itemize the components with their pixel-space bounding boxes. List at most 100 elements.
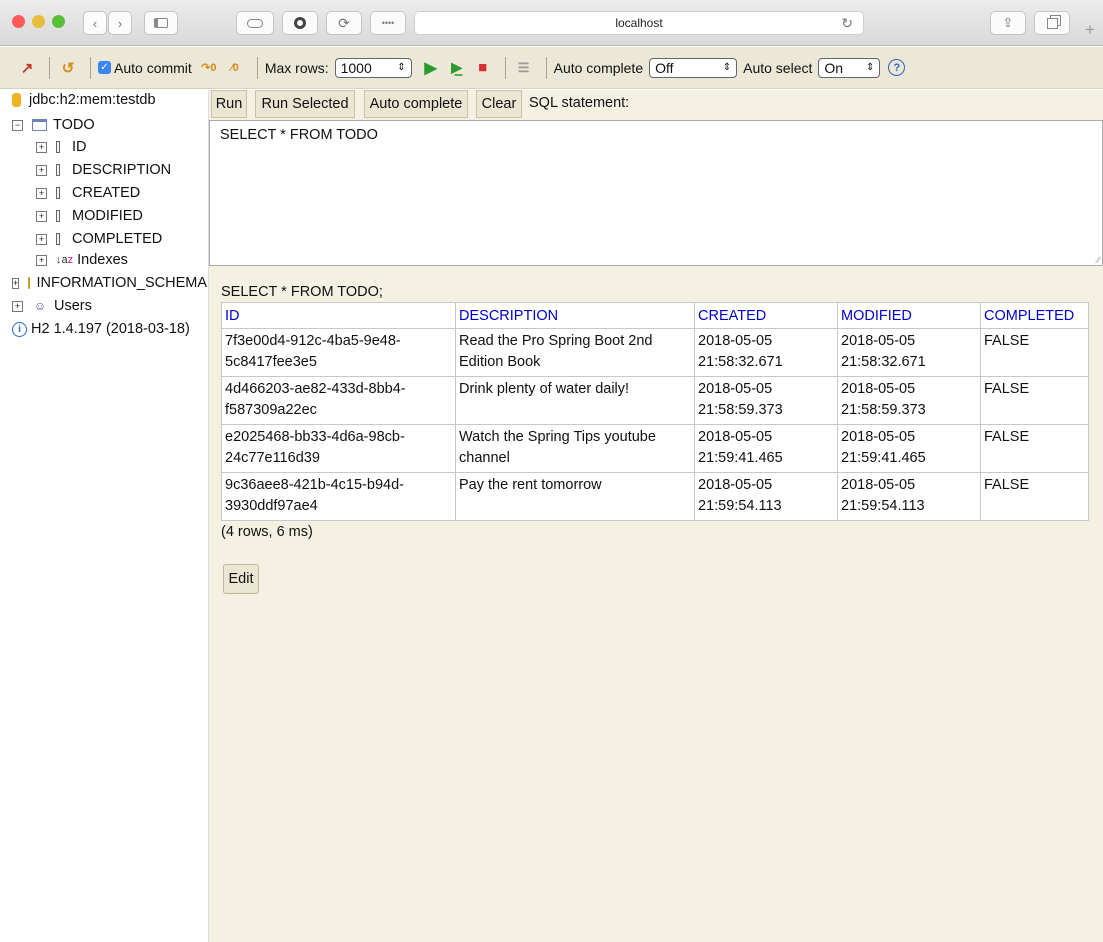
cell-line: 21:59:54.113 bbox=[698, 498, 782, 514]
sidebar-icon bbox=[154, 18, 168, 28]
column-header[interactable]: ID bbox=[221, 302, 456, 329]
tree-column[interactable]: + DESCRIPTION bbox=[36, 162, 171, 178]
expand-icon[interactable]: + bbox=[12, 300, 23, 312]
expand-icon[interactable]: + bbox=[12, 277, 20, 289]
tree-column[interactable]: + ID bbox=[36, 139, 87, 155]
table-icon bbox=[32, 119, 47, 131]
toolbar-divider bbox=[256, 56, 258, 79]
column-header[interactable]: MODIFIED bbox=[837, 302, 981, 329]
toolbar-divider bbox=[49, 56, 50, 79]
column-icon bbox=[56, 187, 60, 199]
cell-completed: FALSE bbox=[980, 376, 1089, 425]
sidebar-toggle-button[interactable] bbox=[144, 11, 178, 35]
auto-complete-select[interactable]: Off ⇕ bbox=[649, 57, 738, 78]
tree-column[interactable]: + CREATED bbox=[36, 185, 140, 201]
column-header[interactable]: CREATED bbox=[694, 302, 838, 329]
result-statement: SELECT * FROM TODO; bbox=[221, 284, 383, 300]
tree-information-schema[interactable]: + INFORMATION_SCHEMA bbox=[12, 275, 207, 291]
auto-complete-label: Auto complete bbox=[553, 59, 644, 76]
column-header[interactable]: DESCRIPTION bbox=[455, 302, 695, 329]
address-bar[interactable]: localhost ↻ bbox=[414, 11, 864, 35]
cell-line: 21:59:41.465 bbox=[841, 450, 926, 466]
expand-icon[interactable]: + bbox=[36, 210, 47, 222]
extension-button-3[interactable]: •••• bbox=[370, 11, 406, 35]
clear-button[interactable]: Clear bbox=[476, 90, 522, 118]
cell-created: 2018-05-05 21:58:59.373 bbox=[694, 376, 838, 425]
column-header[interactable]: COMPLETED bbox=[980, 302, 1089, 329]
cell-line: 2018-05-05 bbox=[698, 381, 773, 397]
maximize-window-button[interactable] bbox=[52, 15, 65, 28]
cell-id: 4d466203-ae82-433d-8bb4- f587309a22ec bbox=[221, 376, 456, 425]
auto-commit-checkbox[interactable]: ✓ bbox=[98, 61, 111, 74]
tree-table-todo[interactable]: − TODO bbox=[12, 117, 95, 133]
information-schema-label: INFORMATION_SCHEMA bbox=[36, 275, 207, 291]
users-label: Users bbox=[54, 298, 92, 314]
expand-icon[interactable]: + bbox=[36, 141, 47, 153]
stop-icon[interactable]: ■ bbox=[472, 57, 494, 79]
commit-icon[interactable]: ↷0 bbox=[198, 57, 220, 79]
sort-az-icon: ↓az bbox=[56, 254, 74, 266]
cell-line: 7f3e00d4-912c-4ba5-9e48- bbox=[225, 333, 401, 349]
history-icon[interactable]: ☰ bbox=[513, 57, 535, 79]
collapse-icon[interactable]: − bbox=[12, 119, 23, 131]
reload-icon[interactable]: ↻ bbox=[841, 15, 853, 32]
cell-id: 7f3e00d4-912c-4ba5-9e48- 5c8417fee3e5 bbox=[221, 328, 456, 377]
auto-select-select[interactable]: On ⇕ bbox=[818, 57, 881, 78]
expand-icon[interactable]: + bbox=[36, 164, 47, 176]
select-arrows-icon: ⇕ bbox=[865, 62, 875, 73]
cell-id: e2025468-bb33-4d6a-98cb- 24c77e116d39 bbox=[221, 424, 456, 473]
extension-button-1[interactable] bbox=[282, 11, 318, 35]
back-button[interactable]: ‹ bbox=[83, 11, 107, 35]
cell-modified: 2018-05-05 21:58:59.373 bbox=[837, 376, 981, 425]
tree-indexes[interactable]: + ↓az Indexes bbox=[36, 252, 128, 268]
cell-line: 2018-05-05 bbox=[841, 429, 916, 445]
expand-icon[interactable]: + bbox=[36, 187, 47, 199]
row-count: (4 rows, 6 ms) bbox=[221, 524, 313, 540]
rollback-icon[interactable]: ∕0 bbox=[224, 57, 246, 79]
column-label: CREATED bbox=[72, 185, 141, 201]
query-panel: Run Run Selected Auto complete Clear SQL… bbox=[209, 90, 1103, 942]
tree-column[interactable]: + COMPLETED bbox=[36, 231, 162, 247]
sql-text: SELECT * FROM TODO bbox=[220, 127, 378, 143]
icloud-button[interactable] bbox=[236, 11, 274, 35]
auto-commit-label: Auto commit bbox=[114, 59, 192, 76]
tree-column[interactable]: + MODIFIED bbox=[36, 208, 143, 224]
tree-connection[interactable]: jdbc:h2:mem:testdb bbox=[12, 92, 156, 108]
run-icon[interactable]: ▶ bbox=[420, 57, 442, 79]
cell-line: 2018-05-05 bbox=[698, 429, 773, 445]
select-arrows-icon: ⇕ bbox=[722, 62, 732, 73]
cell-completed: FALSE bbox=[980, 472, 1089, 521]
run-button[interactable]: Run bbox=[211, 90, 247, 118]
sql-editor[interactable]: SELECT * FROM TODO ∕∕ bbox=[209, 120, 1103, 266]
cell-line: 24c77e116d39 bbox=[225, 450, 320, 466]
refresh-icon[interactable]: ↺ bbox=[57, 57, 79, 79]
toolbar-divider bbox=[545, 56, 547, 79]
expand-icon[interactable]: + bbox=[36, 233, 47, 245]
edit-button[interactable]: Edit bbox=[223, 564, 259, 594]
extension-button-2[interactable]: ⟳ bbox=[326, 11, 362, 35]
table-row: 4d466203-ae82-433d-8bb4- f587309a22ec Dri… bbox=[221, 376, 1089, 425]
close-window-button[interactable] bbox=[12, 15, 25, 28]
toolbar-divider bbox=[90, 56, 91, 79]
help-icon[interactable]: ? bbox=[888, 59, 906, 76]
run-selected-icon[interactable]: ▶̲ bbox=[446, 57, 468, 79]
max-rows-select[interactable]: 1000 ⇕ bbox=[334, 57, 412, 78]
url-text: localhost bbox=[615, 16, 663, 30]
disconnect-icon[interactable]: ↗ bbox=[16, 57, 38, 79]
resize-handle-icon[interactable]: ∕∕ bbox=[1097, 255, 1100, 265]
auto-complete-button[interactable]: Auto complete bbox=[364, 90, 468, 118]
share-button[interactable]: ⇪ bbox=[990, 11, 1026, 35]
tree-users[interactable]: + ☺ Users bbox=[12, 298, 92, 314]
minimize-window-button[interactable] bbox=[32, 15, 45, 28]
tabs-button[interactable] bbox=[1034, 11, 1070, 35]
expand-icon[interactable]: + bbox=[36, 254, 47, 266]
forward-button[interactable]: › bbox=[108, 11, 132, 35]
cell-line: 2018-05-05 bbox=[698, 477, 773, 493]
toolbar-divider bbox=[504, 56, 506, 79]
new-tab-button[interactable]: + bbox=[1078, 18, 1102, 42]
folder-icon bbox=[28, 277, 31, 289]
cell-completed: FALSE bbox=[980, 328, 1089, 377]
run-selected-button[interactable]: Run Selected bbox=[255, 90, 355, 118]
browser-chrome: ‹ › ⟳ •••• localhost ↻ ⇪ + bbox=[0, 0, 1103, 46]
table-row: e2025468-bb33-4d6a-98cb- 24c77e116d39 Wat… bbox=[221, 424, 1089, 473]
